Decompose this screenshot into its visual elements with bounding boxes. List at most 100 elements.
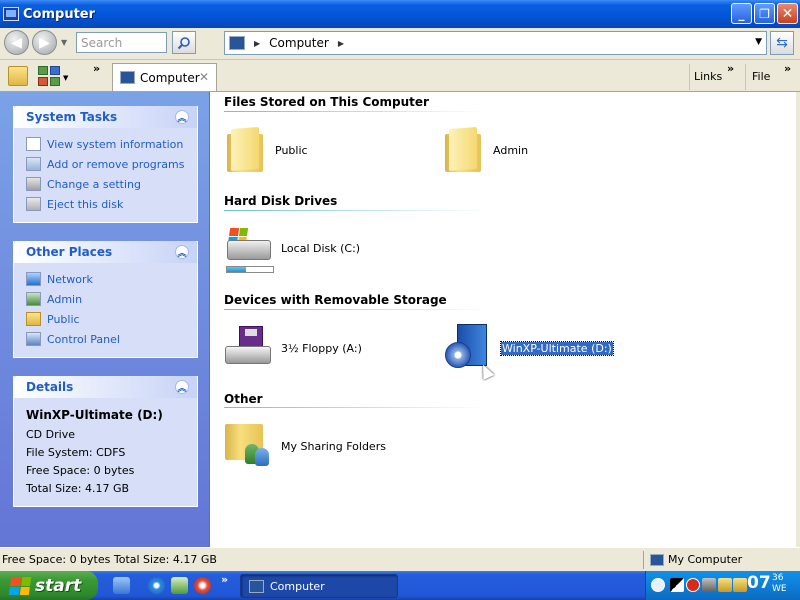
refresh-button[interactable]: ⇆ [770, 31, 794, 55]
check-icon [26, 137, 41, 151]
toolbar-overflow-icon[interactable]: » [93, 62, 100, 75]
task-change-setting[interactable]: Change a setting [14, 174, 197, 194]
taskbar-button-label: Computer [270, 579, 325, 593]
network-tray-icon[interactable] [702, 578, 716, 592]
item-label: Local Disk (C:) [281, 241, 361, 255]
place-label: Network [47, 272, 93, 286]
start-label: start [35, 575, 82, 596]
volume-icon[interactable] [718, 578, 732, 592]
folder-icon [227, 128, 267, 172]
views-dropdown-icon[interactable]: ▼ [63, 74, 68, 82]
address-dropdown-icon[interactable]: ▼ [755, 37, 762, 47]
place-admin[interactable]: Admin [14, 289, 197, 309]
views-icon[interactable] [38, 66, 60, 86]
start-button[interactable]: start [0, 571, 98, 600]
item-floppy-drive[interactable]: 3½ Floppy (A:) [225, 326, 362, 370]
task-view-system-information[interactable]: View system information [14, 134, 197, 154]
place-label: Public [47, 312, 80, 326]
clock-day: WE [772, 584, 787, 594]
item-public-folder[interactable]: Public [227, 128, 308, 172]
forward-button[interactable]: ▶ [32, 30, 57, 55]
tray-lock-icon[interactable] [733, 578, 747, 592]
section-divider [224, 309, 488, 310]
other-places-header[interactable]: Other Places ︽ [14, 241, 197, 263]
restore-button[interactable]: ❐ [754, 3, 775, 24]
system-tasks-header[interactable]: System Tasks ︽ [14, 106, 197, 128]
tray-app-icon[interactable] [670, 578, 684, 592]
taskbar: start » Computer 07 36 WE [0, 571, 800, 600]
item-my-sharing-folders[interactable]: My Sharing Folders [225, 422, 386, 470]
details-body: WinXP-Ultimate (D:) CD Drive File System… [14, 398, 197, 506]
search-button[interactable] [172, 31, 196, 54]
title-bar[interactable]: Computer _ ❐ ✕ [0, 0, 800, 28]
floppy-drive-icon [225, 326, 273, 370]
collapse-icon[interactable]: ︽ [175, 110, 189, 124]
toolbar-divider [745, 64, 746, 90]
show-desktop-icon[interactable] [113, 577, 130, 594]
item-admin-folder[interactable]: Admin [445, 128, 528, 172]
history-dropdown-icon[interactable]: ▼ [61, 38, 67, 47]
clock-hour[interactable]: 07 [747, 573, 771, 593]
section-divider [224, 407, 488, 408]
user-folder-icon [26, 292, 41, 306]
tab-close-icon[interactable]: ✕ [199, 70, 209, 84]
window-border [796, 92, 800, 547]
place-network[interactable]: Network [14, 269, 197, 289]
folder-icon [26, 312, 41, 326]
task-label: Add or remove programs [47, 157, 185, 171]
breadcrumb-separator-icon[interactable]: ▶ [254, 39, 260, 48]
place-control-panel[interactable]: Control Panel [14, 329, 197, 349]
internet-explorer-icon[interactable] [148, 577, 165, 594]
details-type: CD Drive [26, 428, 75, 441]
tray-expand-icon[interactable] [651, 578, 665, 592]
place-public[interactable]: Public [14, 309, 197, 329]
status-zone-label: My Computer [668, 553, 743, 566]
section-files-stored: Files Stored on This Computer [224, 95, 429, 109]
status-zone: My Computer [650, 553, 800, 566]
links-toolbar[interactable]: Links [694, 70, 722, 83]
status-text: Free Space: 0 bytes Total Size: 4.17 GB [2, 553, 217, 566]
collapse-icon[interactable]: ︽ [175, 380, 189, 394]
computer-icon [229, 36, 245, 50]
panel-title: System Tasks [26, 110, 118, 124]
task-eject-disk[interactable]: Eject this disk [14, 194, 197, 214]
taskbar-button-computer[interactable]: Computer [240, 574, 398, 598]
item-label: My Sharing Folders [281, 439, 386, 453]
folder-icon [445, 128, 485, 172]
address-bar[interactable]: ▶ Computer ▶ ▼ [224, 31, 767, 55]
folders-icon[interactable] [8, 66, 28, 86]
item-cd-drive[interactable]: WinXP-Ultimate (D:) [445, 324, 614, 372]
disk-usage-fill [227, 267, 247, 272]
back-button[interactable]: ◀ [4, 30, 29, 55]
security-alert-icon[interactable] [686, 578, 700, 592]
network-icon [26, 272, 41, 286]
window-title: Computer [23, 6, 96, 22]
item-local-disk[interactable]: Local Disk (C:) [225, 226, 360, 270]
media-player-icon[interactable] [171, 577, 188, 594]
quick-launch-overflow-icon[interactable]: » [221, 573, 228, 586]
links-overflow-icon[interactable]: » [727, 62, 734, 75]
tab-computer[interactable]: Computer ✕ [112, 63, 217, 91]
tab-label: Computer [140, 70, 200, 85]
breadcrumb-separator-icon[interactable]: ▶ [338, 39, 344, 48]
close-button[interactable]: ✕ [777, 3, 798, 24]
search-icon [177, 36, 190, 49]
file-menu[interactable]: File [752, 70, 770, 83]
clock-minute[interactable]: 36 WE [772, 573, 787, 595]
minimize-button[interactable]: _ [731, 3, 752, 24]
task-add-remove-programs[interactable]: Add or remove programs [14, 154, 197, 174]
system-tasks-panel: System Tasks ︽ View system information A… [13, 106, 198, 223]
eject-icon [26, 197, 41, 211]
computer-icon [650, 553, 664, 566]
search-input[interactable]: Search [76, 32, 167, 53]
menu-overflow-icon[interactable]: » [784, 62, 791, 75]
place-label: Control Panel [47, 332, 120, 346]
details-file-system: File System: CDFS [26, 446, 126, 459]
details-header[interactable]: Details ︽ [14, 376, 197, 398]
file-list: Files Stored on This Computer Public Adm… [211, 92, 800, 547]
messenger-icon[interactable] [194, 577, 211, 594]
clock-minute-value: 36 [772, 573, 784, 583]
collapse-icon[interactable]: ︽ [175, 245, 189, 259]
breadcrumb-computer[interactable]: Computer [269, 36, 329, 50]
item-label: Public [275, 143, 308, 157]
